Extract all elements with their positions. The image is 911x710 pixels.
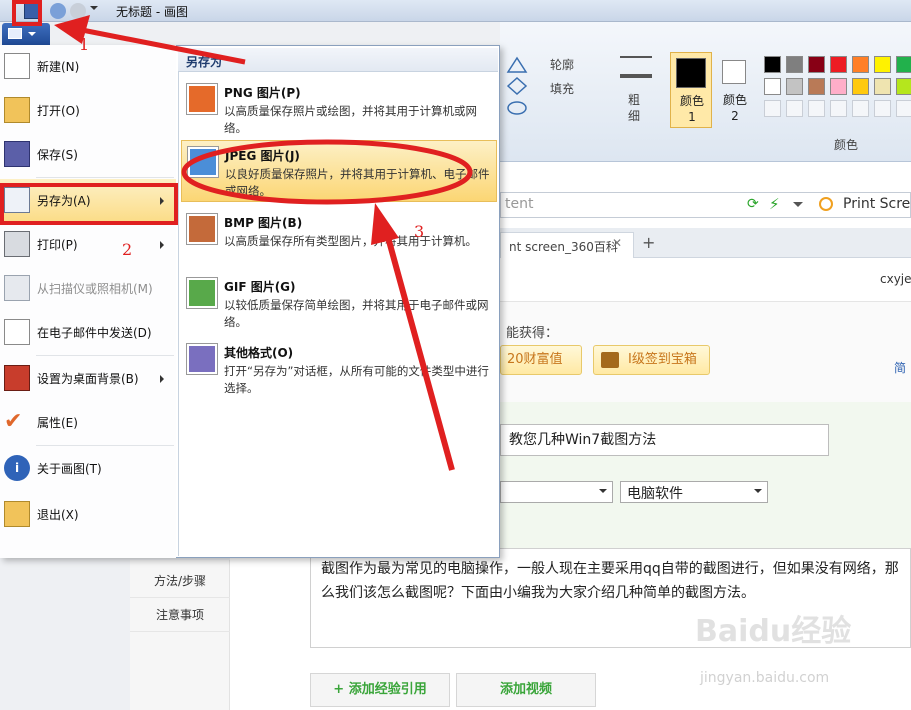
annotation-arrows: [54, 15, 473, 471]
step-number-2: 2: [122, 240, 133, 259]
arrow-3-head: [371, 203, 399, 245]
step-number-3: 3: [414, 222, 425, 241]
highlight-ellipse-jpeg: [181, 139, 473, 205]
arrow-1-line: [81, 27, 246, 65]
step-number-1: 1: [79, 35, 90, 54]
arrow-3-line: [383, 229, 455, 471]
